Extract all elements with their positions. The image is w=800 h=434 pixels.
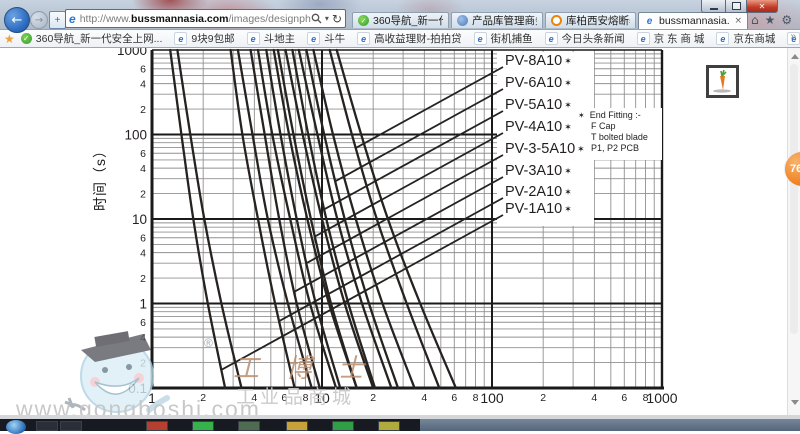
bookmark-item[interactable]: e 街机捕鱼 [474,31,533,46]
carrot-icon [709,68,736,95]
y-axis-title: 时间（s） [90,137,110,217]
bookmark-ie-icon: e [247,32,260,45]
taskbar-icon[interactable] [332,421,354,431]
tab-cooper-fuse[interactable]: 库柏西安熔断器有限公... [545,12,636,28]
legend-star-icon: ✶ [578,110,585,121]
bookmark-item[interactable]: ✓ 360导航_新一代安全上网... [21,31,163,46]
tab-bar: ✓ 360导航_新一代安全上... 产品库管理商务中心 [... 库柏西安熔断器… [352,12,750,29]
taskbar-icon[interactable] [192,421,214,431]
carrot-image-placeholder [706,65,739,98]
minimize-button[interactable] [701,0,726,13]
bookmark-ie-icon: e [174,32,187,45]
bookmark-ie-icon: e [716,32,729,45]
taskbar-icon[interactable] [378,421,400,431]
bookmark-ie-icon: e [637,32,650,45]
curve-label-pv-4a10: PV-4A10✶ [505,119,572,135]
restore-button[interactable] [726,0,747,13]
screenshot-root: { "browser": { "url": { "prefix": "http:… [0,0,800,431]
tab-close-icon[interactable]: × [734,16,742,26]
end-fitting-star-icon: ✶ [564,188,572,198]
tab-favicon-ie: e [644,16,655,27]
taskbar-open-window-strip[interactable] [420,419,800,431]
end-fitting-star-icon: ✶ [564,101,572,111]
chart-legend: ✶ End Fitting :- F Cap T bolted blade P1… [578,110,648,154]
search-caret-icon[interactable]: ▾ [325,14,329,23]
bookmark-item[interactable]: e京 东 商 城 [637,31,705,46]
bookmark-label: 斗地主 [264,31,296,46]
compatibility-button[interactable]: + [49,11,66,29]
taskbar-icon[interactable] [286,421,308,431]
legend-title: End Fitting :- [590,110,641,121]
favorites-icon[interactable]: ★ [765,13,776,27]
refresh-icon[interactable]: ↻ [332,12,342,26]
taskbar-icon[interactable] [36,421,58,431]
bookmark-ie-icon: e [307,32,320,45]
tab-favicon-ring [551,15,562,26]
tab-product-center[interactable]: 产品库管理商务中心 [... [451,12,543,28]
ie-favicon: e [69,12,76,26]
bookmark-item[interactable]: e 高收益理财-拍拍贷 [357,31,462,46]
bookmark-item[interactable]: e 今日头条新闻 [545,31,625,46]
bookmark-label: 斗牛 [324,31,345,46]
bookmark-label: 高收益理财-拍拍贷 [374,31,462,46]
bookmark-item[interactable]: e 京东商城 [716,31,775,46]
curve-label-pv-2a10: PV-2A10✶ [505,184,572,200]
home-icon[interactable]: ⌂ [751,13,759,27]
end-fitting-star-icon: ✶ [564,167,572,177]
curve-label-pv-8a10: PV-8A10✶ [505,53,572,69]
end-fitting-star-icon: ✶ [564,205,572,215]
bookmark-label: 街机捕鱼 [491,31,533,46]
bookmark-label: 京东商城 [733,31,775,46]
legend-item: F Cap [591,121,648,132]
bookmark-label: 360导航_新一代安全上网... [36,31,163,46]
bookmark-ie-icon: e [474,32,487,45]
search-icon[interactable] [311,13,322,24]
end-fitting-star-icon: ✶ [564,79,572,89]
curve-label-pv-6a10: PV-6A10✶ [505,75,572,91]
curve-label-pv-1a10: PV-1A10✶ [505,201,572,217]
window-buttons: ✕ [701,0,778,13]
tab-360nav[interactable]: ✓ 360导航_新一代安全上... [352,12,449,28]
taskbar-icon[interactable] [238,421,260,431]
bookmark-item[interactable]: e 9块9包邮 [174,31,234,46]
page-content [0,48,800,415]
tab-favicon-person [457,15,468,26]
back-button[interactable]: ← [4,7,30,33]
address-bar[interactable]: e http://www.bussmannasia.com/images/des… [65,9,346,28]
start-button-orb[interactable] [6,420,26,434]
legend-item: T bolted blade [591,132,648,143]
end-fitting-star-icon: ✶ [564,123,572,133]
favorites-overflow-icon[interactable]: » [790,31,796,42]
bookmark-item[interactable]: e 斗牛 [307,31,345,46]
bookmark-label: 今日头条新闻 [562,31,625,46]
bookmark-label: 京 东 商 城 [654,31,705,46]
tab-favicon-360: ✓ [358,15,369,26]
taskbar-icon[interactable] [60,421,82,431]
legend-item: P1, P2 PCB [591,143,648,154]
favorites-bar: ★ ✓ 360导航_新一代安全上网... e 9块9包邮 e 斗地主 e 斗牛 e 高收益理财-拍… [0,30,800,48]
taskbar-icon[interactable] [146,421,168,431]
bookmark-item[interactable]: e 斗地主 [247,31,296,46]
curve-label-pv-3-5a10: PV-3-5A10✶ [505,141,585,157]
windows-taskbar[interactable] [0,419,800,431]
url-text[interactable]: http://www.bussmannasia.com/images/desig… [80,13,311,25]
settings-gear-icon[interactable]: ⚙ [781,13,792,27]
vertical-scrollbar[interactable] [787,48,800,415]
bookmark-360-icon: ✓ [21,33,32,44]
close-button[interactable]: ✕ [747,0,778,13]
curve-label-pv-5a10: PV-5A10✶ [505,97,572,113]
scrollbar-thumb[interactable] [790,64,798,334]
scroll-up-icon[interactable] [791,54,799,59]
favorites-bar-star-icon[interactable]: ★ [4,32,15,46]
tab-bussmannasia-active[interactable]: e bussmannasia.com × [638,12,748,29]
bookmark-label: 9块9包邮 [191,31,234,46]
scroll-down-icon[interactable] [791,400,799,405]
end-fitting-star-icon: ✶ [564,57,572,67]
bookmark-ie-icon: e [357,32,370,45]
curve-label-pv-3a10: PV-3A10✶ [505,163,572,179]
forward-button[interactable]: → [30,11,48,29]
bookmark-ie-icon: e [545,32,558,45]
